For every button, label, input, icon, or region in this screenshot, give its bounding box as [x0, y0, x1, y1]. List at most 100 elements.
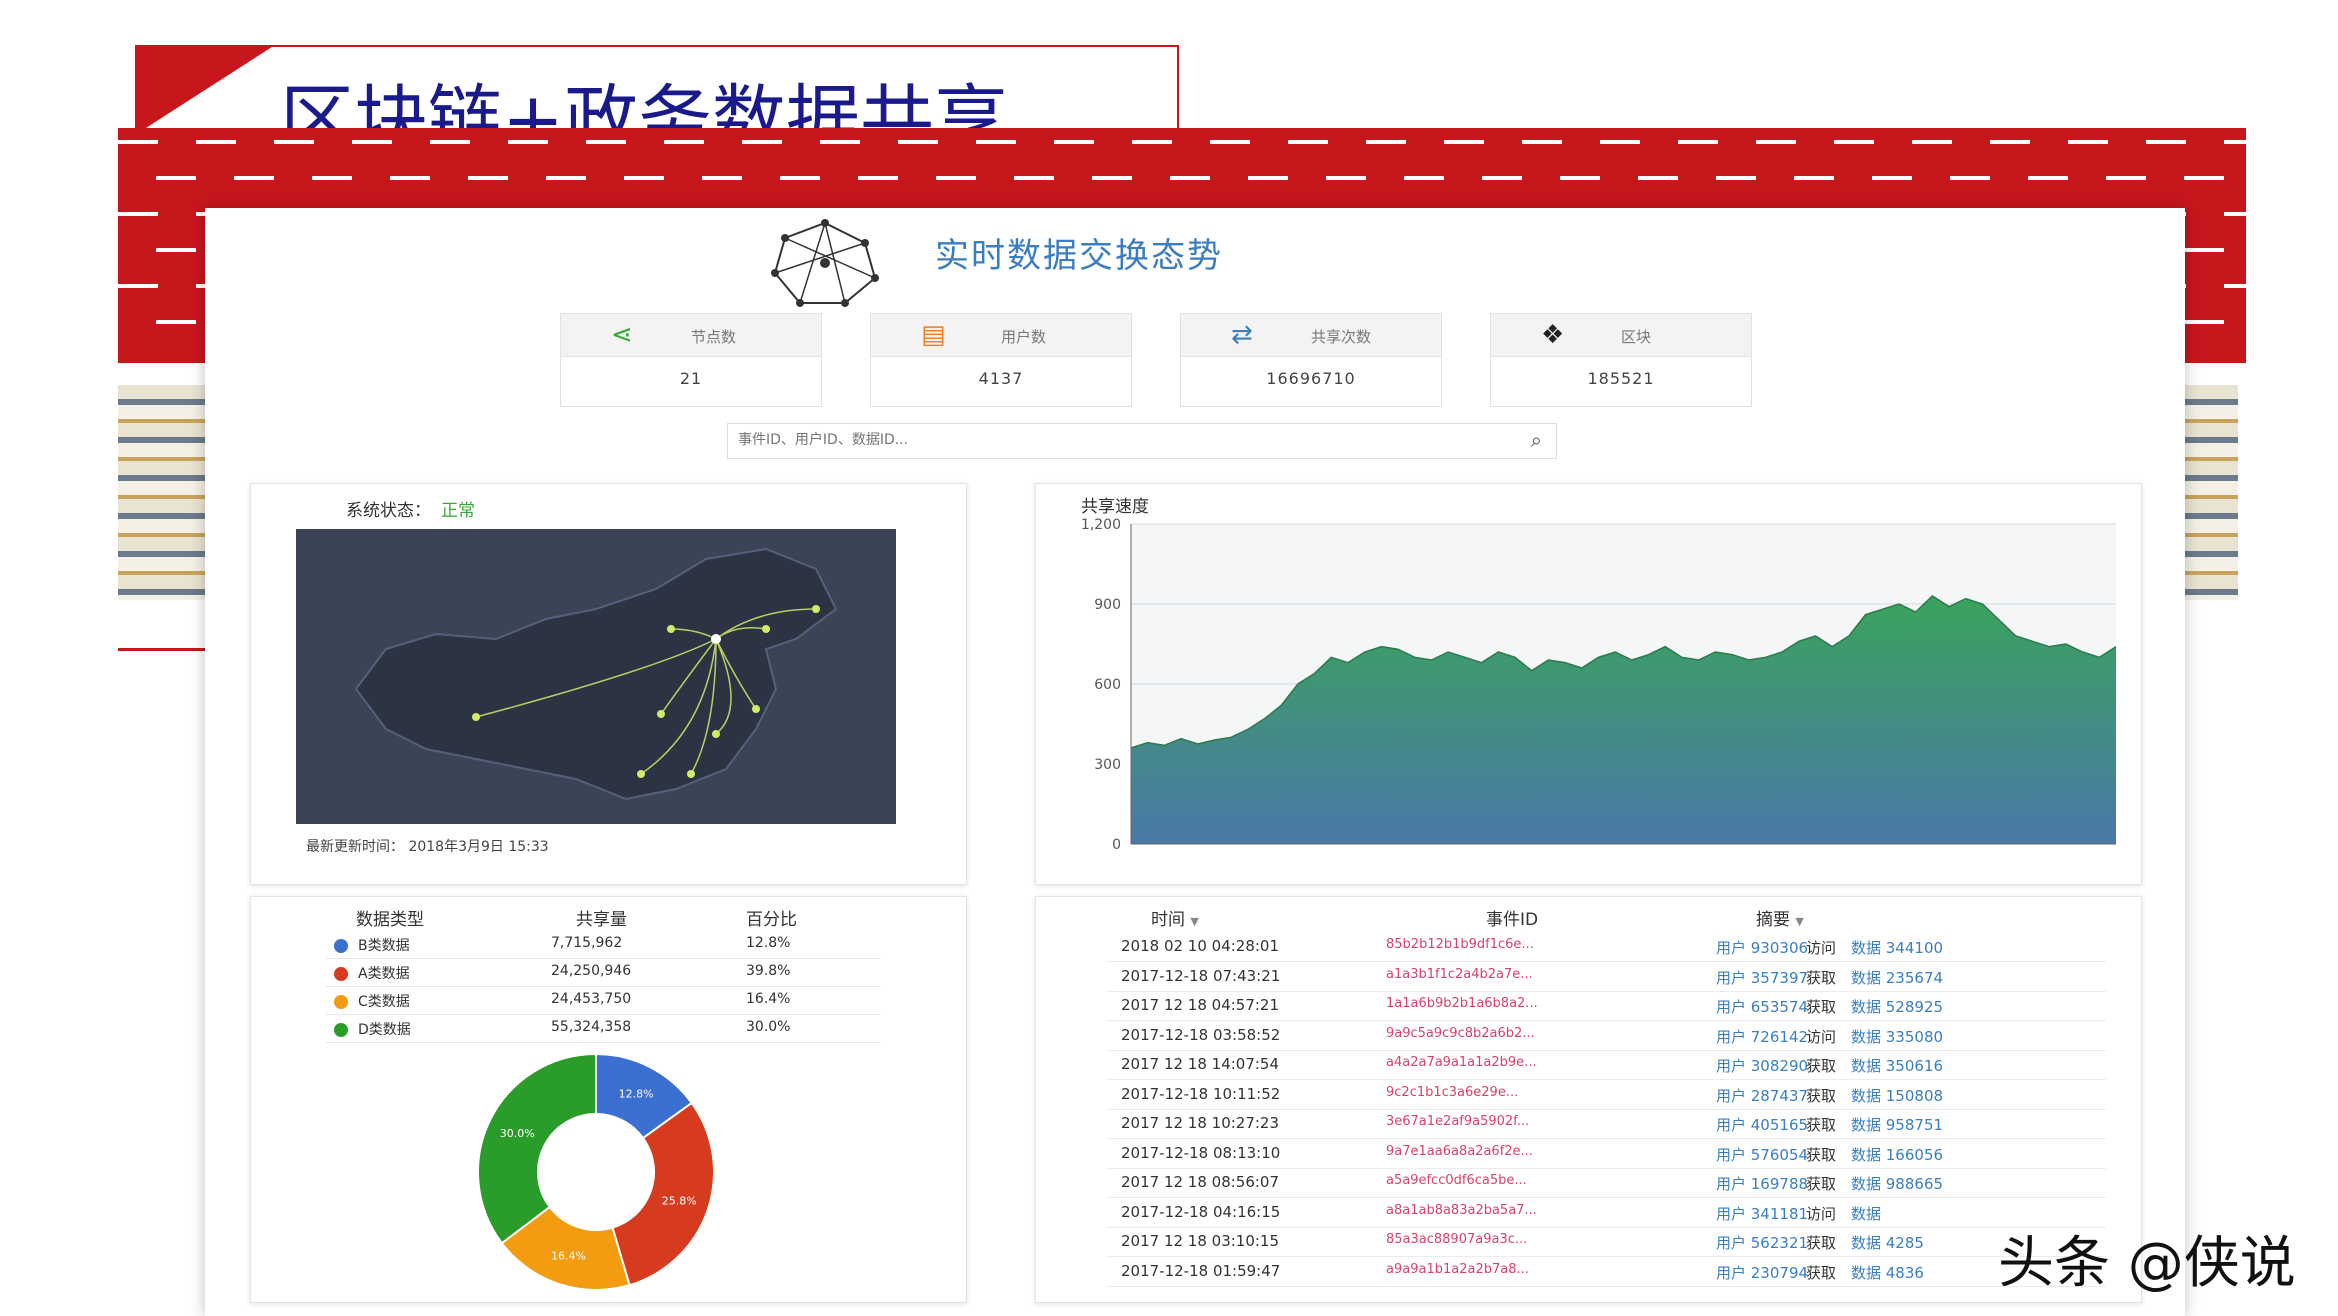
share-percent: 30.0% — [746, 1019, 791, 1035]
system-status: 系统状态： 正常 — [346, 496, 475, 521]
tx-row[interactable]: 2017 12 18 08:56:07 a5a9efcc0df6ca5be... 用… — [1106, 1168, 2106, 1198]
band-dash — [1834, 140, 1874, 144]
tx-row[interactable]: 2017-12-18 07:43:21 a1a3b1f1c2a4b2a7e... 用… — [1106, 962, 2106, 992]
band-dash — [2028, 176, 2068, 180]
tx-event-id[interactable]: a9a9a1b1a2a2b7a8... — [1386, 1262, 1529, 1277]
sort-icon[interactable]: ▼ — [1795, 915, 1803, 928]
band-dash — [1912, 140, 1952, 144]
tx-data: 数据 166056 — [1851, 1145, 1944, 1164]
slide-title-corner — [135, 45, 275, 135]
tx-time: 2018 02 10 04:28:01 — [1121, 937, 1280, 955]
band-dash — [742, 140, 782, 144]
share-row: C类数据 24,453,750 16.4% — [326, 986, 881, 1015]
col-header-event-id: 事件ID — [1486, 910, 1539, 930]
tx-event-id[interactable]: 3e67a1e2af9a5902f... — [1386, 1114, 1529, 1129]
band-dash — [1560, 176, 1600, 180]
tx-data: 数据 988665 — [1851, 1175, 1944, 1193]
band-dash — [2068, 140, 2108, 144]
tx-row[interactable]: 2017-12-18 04:16:15 a8a1ab8a83a2ba5a7... 用… — [1106, 1198, 2106, 1228]
band-dash — [2146, 140, 2186, 144]
map-card: 系统状态： 正常 最新更新时间： 2018年3月9日 15:33 — [250, 483, 967, 885]
tx-event-id[interactable]: a1a3b1f1c2a4b2a7e... — [1386, 967, 1533, 982]
dashboard-title: 实时数据交换态势 — [935, 236, 1223, 276]
band-dash — [196, 140, 236, 144]
tx-event-id[interactable]: 9c2c1b1c3a6e29e... — [1386, 1085, 1518, 1100]
tx-row[interactable]: 2017 12 18 10:27:23 3e67a1e2af9a5902f... 用… — [1106, 1109, 2106, 1139]
share-amount: 24,250,946 — [551, 963, 632, 979]
y-tick-label: 600 — [1094, 677, 1121, 693]
stat-block-count: ❖ 区块 185521 — [1490, 313, 1752, 407]
band-dash — [1444, 140, 1484, 144]
legend-dot — [334, 995, 348, 1009]
band-dash — [156, 176, 196, 180]
tx-time: 2017 12 18 14:07:54 — [1121, 1055, 1280, 1073]
system-status-value: 正常 — [441, 501, 475, 521]
blocks-icon: ❖ — [1541, 320, 1565, 350]
search-input[interactable] — [728, 424, 1500, 456]
donut-slice-label: 12.8% — [619, 1088, 654, 1101]
band-dash — [858, 176, 898, 180]
tx-action: 获取 — [1806, 1116, 1837, 1134]
tx-event-id[interactable]: 1a1a6b9b2b1a6b8a2... — [1386, 996, 1538, 1011]
tx-event-id[interactable]: 9a7e1aa6a8a2a6f2e... — [1386, 1144, 1533, 1159]
tx-row[interactable]: 2017-12-18 08:13:10 9a7e1aa6a8a2a6f2e... 用… — [1106, 1139, 2106, 1169]
tx-user: 用户 341181 — [1716, 1204, 1809, 1223]
sort-icon[interactable]: ▼ — [1190, 915, 1198, 928]
tx-user: 用户 230794 — [1716, 1263, 1809, 1282]
band-dash — [2184, 320, 2224, 324]
share-speed-chart[interactable]: 0 300 600 900 1,200 — [1036, 484, 2141, 884]
stat-user-count: ▤ 用户数 4137 — [870, 313, 1132, 407]
tx-event-id[interactable]: a8a1ab8a83a2ba5a7... — [1386, 1203, 1537, 1218]
stat-value: 16696710 — [1266, 369, 1356, 388]
donut-slice[interactable] — [477, 1052, 597, 1245]
tx-time: 2017-12-18 10:11:52 — [1121, 1084, 1281, 1103]
band-dash — [234, 176, 274, 180]
transactions-card: 时间 ▼ 事件ID 摘要 ▼ 2018 02 10 04:28:01 85b2b1… — [1035, 896, 2142, 1303]
tx-time: 2017 12 18 08:56:07 — [1121, 1173, 1280, 1191]
tx-event-id[interactable]: 85b2b12b1b9df1c6e... — [1386, 937, 1534, 952]
china-map[interactable] — [296, 529, 896, 824]
stat-value: 185521 — [1587, 369, 1655, 388]
col-header-summary[interactable]: 摘要 ▼ — [1756, 905, 1804, 930]
tx-event-id[interactable]: a4a2a7a9a1a1a2b9e... — [1386, 1055, 1537, 1070]
legend-dot — [334, 939, 348, 953]
tx-row[interactable]: 2017 12 18 04:57:21 1a1a6b9b2b1a6b8a2... 用… — [1106, 991, 2106, 1021]
search-icon[interactable]: ⌕ — [1531, 428, 1542, 452]
tx-row[interactable]: 2017 12 18 03:10:15 85a3ac88907a9a3c... 用户… — [1106, 1227, 2106, 1257]
tx-event-id[interactable]: 85a3ac88907a9a3c... — [1386, 1232, 1527, 1247]
share-row: A类数据 24,250,946 39.8% — [326, 958, 881, 987]
share-row: B类数据 7,715,962 12.8% — [326, 930, 881, 959]
share-row: D类数据 55,324,358 30.0% — [326, 1014, 881, 1043]
tx-row[interactable]: 2017-12-18 03:58:52 9a9c5a9c9c8b2a6b2... 用… — [1106, 1021, 2106, 1051]
band-dash — [586, 140, 626, 144]
band-dash — [1170, 176, 1210, 180]
tx-data: 数据 4836 — [1851, 1263, 1924, 1282]
tx-row[interactable]: 2018 02 10 04:28:01 85b2b12b1b9df1c6e... 用… — [1106, 932, 2106, 962]
tx-row[interactable]: 2017 12 18 14:07:54 a4a2a7a9a1a1a2b9e... 用… — [1106, 1050, 2106, 1080]
share-speed-card: 共享速度 0 300 600 900 1,200 — [1035, 483, 2142, 885]
band-dash — [1990, 140, 2030, 144]
share-donut-chart[interactable]: 12.8% 25.8% 16.4% 30.0% — [251, 1047, 966, 1302]
share-type: B类数据 — [358, 938, 410, 954]
tx-time: 2017-12-18 01:59:47 — [1121, 1261, 1281, 1280]
stat-node-count: ⋖ 节点数 21 — [560, 313, 822, 407]
tx-row[interactable]: 2017-12-18 01:59:47 a9a9a1b1a2a2b7a8... 用户… — [1106, 1257, 2106, 1287]
tx-data: 数据 528925 — [1851, 998, 1944, 1016]
tx-user: 用户 562321 — [1716, 1234, 1809, 1252]
band-dash — [1600, 140, 1640, 144]
tx-time: 2017-12-18 08:13:10 — [1121, 1143, 1281, 1162]
tx-user: 用户 169788 — [1716, 1175, 1809, 1193]
col-header-time[interactable]: 时间 ▼ — [1151, 905, 1199, 930]
tx-event-id[interactable]: a5a9efcc0df6ca5be... — [1386, 1173, 1527, 1188]
band-dash — [1756, 140, 1796, 144]
legend-dot — [334, 1023, 348, 1037]
tx-data: 数据 — [1851, 1204, 1882, 1223]
tx-row[interactable]: 2017-12-18 10:11:52 9c2c1b1c3a6e29e... 用户 … — [1106, 1080, 2106, 1110]
tx-user: 用户 308290 — [1716, 1057, 1809, 1075]
band-dash — [2224, 140, 2246, 144]
share-amount: 7,715,962 — [551, 935, 623, 951]
band-dash — [1678, 140, 1718, 144]
band-dash — [1248, 176, 1288, 180]
tx-event-id[interactable]: 9a9c5a9c9c8b2a6b2... — [1386, 1026, 1535, 1041]
system-status-label: 系统状态： — [346, 501, 431, 521]
